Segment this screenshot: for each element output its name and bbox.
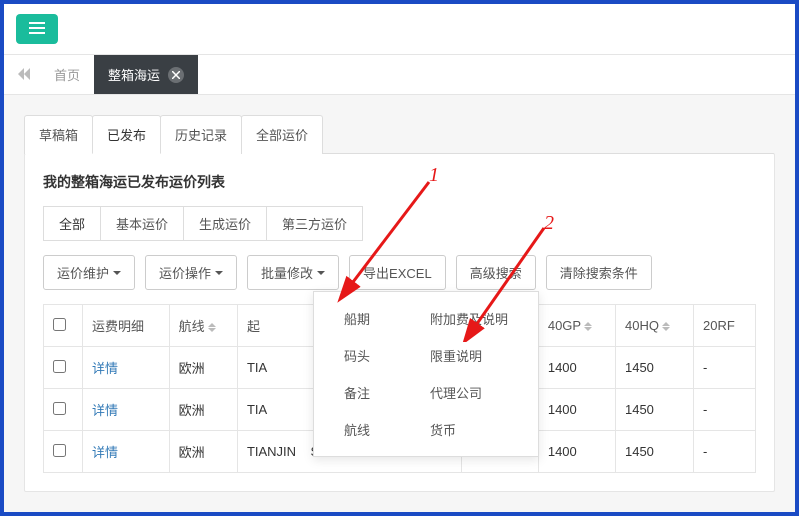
bulk-edit-dropdown: 船期 码头 备注 航线 附加费及说明 限重说明 代理公司 货币 <box>313 291 539 457</box>
th-detail[interactable]: 运费明细 <box>83 305 170 347</box>
topbar <box>4 4 795 55</box>
th-40gp[interactable]: 40GP <box>538 305 615 347</box>
dropdown-item-agent[interactable]: 代理公司 <box>408 374 530 411</box>
export-button[interactable]: 导出EXCEL <box>349 255 446 290</box>
sort-icon <box>208 323 216 332</box>
dropdown-col-2: 附加费及说明 限重说明 代理公司 货币 <box>400 300 538 448</box>
dropdown-col-1: 船期 码头 备注 航线 <box>314 300 400 448</box>
row-checkbox[interactable] <box>53 444 66 457</box>
tab-active-label: 整箱海运 <box>108 65 160 84</box>
chevron-down-icon <box>215 271 223 275</box>
cell-40gp: 1400 <box>538 389 615 431</box>
section-title: 我的整箱海运已发布运价列表 <box>43 172 756 192</box>
cell-40gp: 1400 <box>538 347 615 389</box>
detail-link[interactable]: 详情 <box>92 403 118 418</box>
cell-20rf: - <box>694 347 756 389</box>
cell-40hq: 1450 <box>615 431 693 473</box>
detail-link[interactable]: 详情 <box>92 361 118 376</box>
th-route[interactable]: 航线 <box>169 305 237 347</box>
dropdown-item-remark[interactable]: 备注 <box>322 374 392 411</box>
cell-40hq: 1450 <box>615 389 693 431</box>
filter-tabs: 全部 基本运价 生成运价 第三方运价 <box>43 206 756 241</box>
subtab-history[interactable]: 历史记录 <box>160 115 242 154</box>
filter-generated[interactable]: 生成运价 <box>183 206 267 241</box>
filter-thirdparty[interactable]: 第三方运价 <box>266 206 363 241</box>
menu-toggle-button[interactable] <box>16 14 58 44</box>
app-frame: 首页 整箱海运 草稿箱 已发布 历史记录 全部运价 我的整箱海运已发布运价列表 … <box>0 0 799 516</box>
clear-search-button[interactable]: 清除搜索条件 <box>546 255 652 290</box>
dropdown-item-weight[interactable]: 限重说明 <box>408 337 530 374</box>
dropdown-item-terminal[interactable]: 码头 <box>322 337 392 374</box>
cell-20rf: - <box>694 431 756 473</box>
sort-icon <box>662 322 670 331</box>
chevron-down-icon <box>317 271 325 275</box>
cell-route: 欧洲 <box>169 431 237 473</box>
subtab-published[interactable]: 已发布 <box>92 115 161 154</box>
cell-40hq: 1450 <box>615 347 693 389</box>
rewind-icon[interactable] <box>16 67 32 83</box>
th-40hq[interactable]: 40HQ <box>615 305 693 347</box>
filter-basic[interactable]: 基本运价 <box>100 206 184 241</box>
tabs-bar: 首页 整箱海运 <box>4 55 795 95</box>
cell-20rf: - <box>694 389 756 431</box>
tab-active[interactable]: 整箱海运 <box>94 55 198 94</box>
row-checkbox[interactable] <box>53 360 66 373</box>
toolbar: 运价维护 运价操作 批量修改 导出EXCEL 高级搜索 清除搜索条件 船期 码头… <box>43 255 756 290</box>
chevron-down-icon <box>113 271 121 275</box>
cell-route: 欧洲 <box>169 347 237 389</box>
dropdown-item-currency[interactable]: 货币 <box>408 411 530 448</box>
operate-button[interactable]: 运价操作 <box>145 255 237 290</box>
dropdown-item-route[interactable]: 航线 <box>322 411 392 448</box>
select-all-checkbox[interactable] <box>53 318 66 331</box>
subtab-draft[interactable]: 草稿箱 <box>24 115 93 154</box>
dropdown-item-schedule[interactable]: 船期 <box>322 300 392 337</box>
cell-route: 欧洲 <box>169 389 237 431</box>
dropdown-item-surcharge[interactable]: 附加费及说明 <box>408 300 530 337</box>
th-checkbox <box>44 305 83 347</box>
main-card: 我的整箱海运已发布运价列表 全部 基本运价 生成运价 第三方运价 运价维护 运价… <box>24 153 775 492</box>
filter-all[interactable]: 全部 <box>43 206 101 241</box>
tab-home[interactable]: 首页 <box>40 55 94 94</box>
close-icon[interactable] <box>168 67 184 83</box>
subtab-all[interactable]: 全部运价 <box>241 115 323 154</box>
row-checkbox[interactable] <box>53 402 66 415</box>
subtabs: 草稿箱 已发布 历史记录 全部运价 <box>24 115 775 154</box>
advanced-search-button[interactable]: 高级搜索 <box>456 255 536 290</box>
sort-icon <box>584 322 592 331</box>
bulk-edit-button[interactable]: 批量修改 <box>247 255 339 290</box>
hamburger-icon <box>29 22 45 37</box>
cell-40gp: 1400 <box>538 431 615 473</box>
content-area: 草稿箱 已发布 历史记录 全部运价 我的整箱海运已发布运价列表 全部 基本运价 … <box>4 95 795 512</box>
maintain-button[interactable]: 运价维护 <box>43 255 135 290</box>
detail-link[interactable]: 详情 <box>92 445 118 460</box>
th-20rf[interactable]: 20RF <box>694 305 756 347</box>
